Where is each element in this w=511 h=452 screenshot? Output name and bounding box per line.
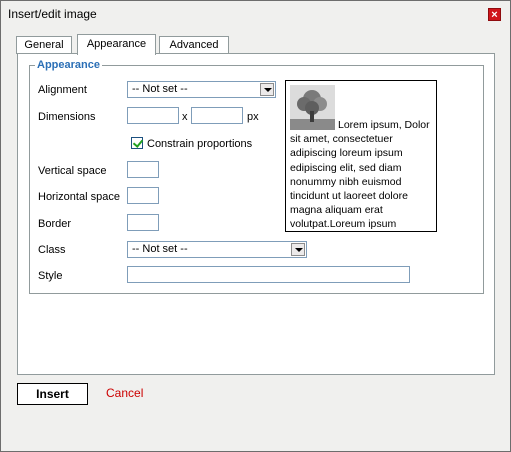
- border-input[interactable]: [127, 214, 159, 231]
- class-label: Class: [38, 244, 66, 256]
- tab-advanced[interactable]: Advanced: [159, 36, 229, 54]
- alignment-select[interactable]: -- Not set --: [127, 81, 276, 98]
- alignment-value: -- Not set --: [132, 83, 188, 95]
- tree-image-icon: [290, 85, 335, 130]
- insert-image-dialog: Insert/edit image × General Appearance A…: [0, 0, 511, 452]
- vspace-label: Vertical space: [38, 165, 107, 177]
- chevron-down-icon[interactable]: [291, 243, 305, 256]
- vspace-input[interactable]: [127, 161, 159, 178]
- chevron-down-icon[interactable]: [260, 83, 274, 96]
- style-label: Style: [38, 270, 63, 282]
- dimensions-separator: x: [182, 111, 188, 123]
- tab-general[interactable]: General: [16, 36, 72, 54]
- class-value: -- Not set --: [132, 243, 188, 255]
- insert-button[interactable]: Insert: [17, 383, 88, 405]
- width-input[interactable]: [127, 107, 179, 124]
- style-input[interactable]: [127, 266, 410, 283]
- height-input[interactable]: [191, 107, 243, 124]
- constrain-checkbox[interactable]: [131, 137, 143, 149]
- dialog-title: Insert/edit image: [8, 7, 97, 21]
- alignment-label: Alignment: [38, 84, 87, 96]
- border-label: Border: [38, 218, 72, 230]
- dimensions-unit: px: [247, 111, 259, 123]
- dimensions-label: Dimensions: [38, 111, 96, 123]
- close-icon[interactable]: ×: [488, 8, 501, 21]
- tab-appearance[interactable]: Appearance: [77, 34, 156, 55]
- image-preview: Lorem ipsum, Dolor sit amet, consectetue…: [285, 80, 437, 232]
- cancel-button[interactable]: Cancel: [106, 386, 143, 400]
- fieldset-legend: Appearance: [35, 59, 102, 71]
- hspace-label: Horizontal space: [38, 191, 120, 203]
- title-bar: Insert/edit image ×: [1, 1, 510, 28]
- constrain-label: Constrain proportions: [147, 138, 253, 150]
- hspace-input[interactable]: [127, 187, 159, 204]
- class-select[interactable]: -- Not set --: [127, 241, 307, 258]
